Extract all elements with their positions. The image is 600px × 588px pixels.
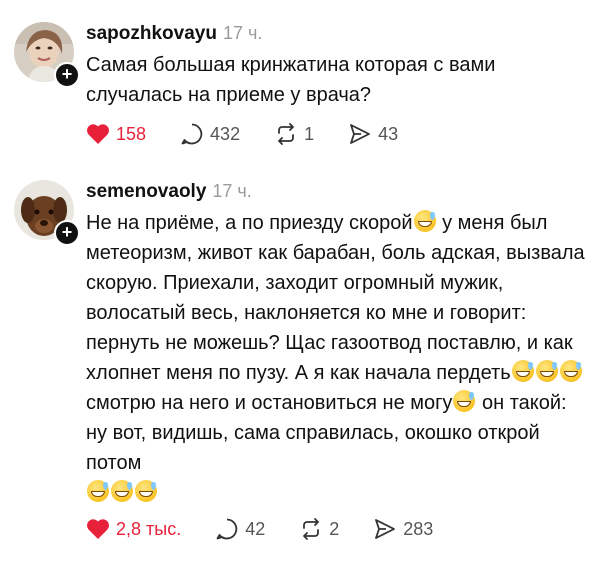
grinning-face-with-sweat-emoji bbox=[511, 360, 534, 382]
reply-button[interactable]: 42 bbox=[215, 517, 265, 541]
post-header: sapozhkovayu 17 ч. bbox=[86, 20, 586, 46]
post-text-part: у меня был метеоризм, живот как барабан,… bbox=[86, 212, 585, 384]
like-count: 2,8 тыс. bbox=[116, 518, 182, 539]
follow-button[interactable]: + bbox=[54, 62, 80, 88]
post-text: Самая большая кринжатина которая с вами … bbox=[86, 50, 586, 110]
repost-icon bbox=[278, 123, 294, 145]
reply-count: 42 bbox=[245, 518, 266, 539]
post-text-part: Самая большая кринжатина которая с вами … bbox=[86, 54, 496, 106]
post-header: semenovaoly 17 ч. bbox=[86, 178, 586, 204]
avatar-wrap: + bbox=[14, 180, 80, 246]
reply-button[interactable]: 432 bbox=[180, 122, 240, 146]
reply-count: 432 bbox=[210, 123, 241, 144]
heart-icon bbox=[87, 124, 109, 144]
share-icon bbox=[375, 519, 396, 539]
share-button[interactable]: 283 bbox=[373, 517, 433, 541]
grinning-face-with-sweat-emoji bbox=[413, 210, 436, 232]
username[interactable]: sapozhkovayu bbox=[86, 23, 217, 44]
like-count: 158 bbox=[116, 123, 147, 144]
avatar-wrap: + bbox=[14, 22, 80, 88]
share-button[interactable]: 43 bbox=[348, 122, 398, 146]
post-content: semenovaoly 17 ч. Не на приёме, а по прие… bbox=[86, 178, 586, 508]
share-count: 43 bbox=[378, 123, 399, 144]
post-1: + sapozhkovayu 17 ч. Самая большая кринжа… bbox=[0, 0, 600, 160]
share-count: 283 bbox=[403, 518, 434, 539]
action-bar: 158 432 1 43 bbox=[86, 119, 432, 149]
grinning-face-with-sweat-emoji bbox=[87, 480, 109, 502]
repost-count: 1 bbox=[304, 123, 315, 144]
follow-button[interactable]: + bbox=[54, 220, 80, 246]
heart-icon bbox=[87, 519, 109, 539]
action-bar: 2,8 тыс. 42 2 283 bbox=[86, 514, 467, 544]
repost-button[interactable]: 2 bbox=[299, 517, 339, 541]
grinning-face-with-sweat-emoji bbox=[453, 390, 476, 412]
post-text: Не на приёме, а по приезду скорой у меня… bbox=[86, 208, 586, 508]
post-content: sapozhkovayu 17 ч. Самая большая кринжати… bbox=[86, 20, 586, 110]
repost-icon bbox=[303, 518, 320, 540]
comment-icon bbox=[216, 518, 238, 540]
comment-icon bbox=[181, 123, 203, 145]
timestamp: 17 ч. bbox=[212, 181, 252, 201]
like-button[interactable]: 158 bbox=[86, 123, 146, 145]
repost-count: 2 bbox=[329, 518, 340, 539]
repost-button[interactable]: 1 bbox=[274, 122, 314, 146]
username[interactable]: semenovaoly bbox=[86, 181, 206, 202]
share-icon bbox=[350, 124, 371, 144]
grinning-face-with-sweat-emoji bbox=[559, 360, 582, 382]
grinning-face-with-sweat-emoji bbox=[111, 480, 133, 502]
post-2: + semenovaoly 17 ч. Не на приёме, а по пр… bbox=[0, 170, 600, 588]
like-button[interactable]: 2,8 тыс. bbox=[86, 518, 181, 540]
timestamp: 17 ч. bbox=[222, 23, 263, 43]
post-text-part: Не на приёме, а по приезду скорой bbox=[86, 212, 413, 234]
grinning-face-with-sweat-emoji bbox=[135, 480, 157, 502]
post-text-part: смотрю на него и остановиться не могу bbox=[86, 392, 453, 414]
grinning-face-with-sweat-emoji bbox=[535, 360, 558, 382]
